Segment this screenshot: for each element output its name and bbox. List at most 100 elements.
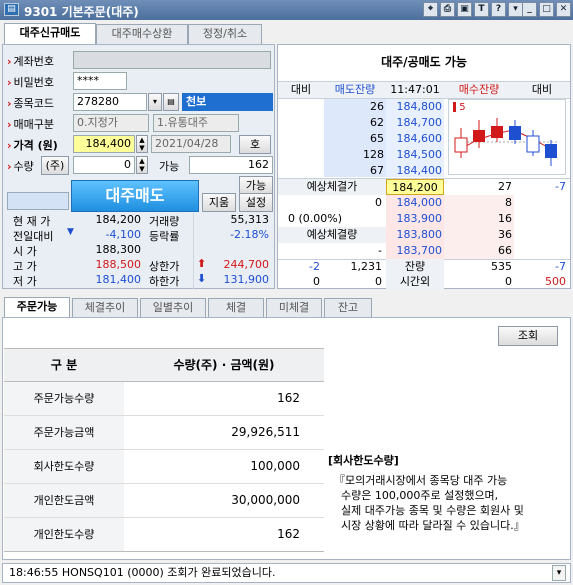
ask-qty: 128 xyxy=(363,148,384,161)
bid-qty: 66 xyxy=(498,244,512,257)
ask-price[interactable]: 184,500 xyxy=(386,147,443,163)
search-icon[interactable]: ▾ xyxy=(148,93,162,111)
lookup-icon[interactable]: ▤ xyxy=(163,93,179,111)
ask-price[interactable]: 184,400 xyxy=(386,163,443,179)
expected-diff: -7 xyxy=(555,180,566,193)
tab-modify-cancel[interactable]: 정정/취소 xyxy=(188,24,262,44)
volume-label: 거래량 xyxy=(149,215,180,228)
help-icon[interactable]: ? xyxy=(491,2,506,17)
candle-svg xyxy=(454,118,559,166)
condition-select[interactable]: 1.유통대주 xyxy=(153,114,239,132)
ask-qty: 67 xyxy=(370,164,384,177)
bid-total: 535 xyxy=(491,260,512,273)
date-field[interactable]: 2021/04/28 xyxy=(151,135,231,153)
order-book: 대주/공매도 가능 대비 매도잔량 11:47:01 매수잔량 대비 26 18… xyxy=(277,44,571,290)
note-title: [회사한도수량] xyxy=(328,454,399,467)
upper-limit-label: 상한가 xyxy=(149,260,180,273)
bid-total-diff: -7 xyxy=(555,260,566,273)
afterhours-a: 0 xyxy=(313,275,320,288)
status-dropdown-icon[interactable]: ▾ xyxy=(552,565,566,581)
qty-input[interactable]: 0 xyxy=(73,156,135,174)
print-icon[interactable]: ⎙ xyxy=(440,2,455,17)
orderbook-column-header: 대비 매도잔량 11:47:01 매수잔량 대비 xyxy=(278,81,570,99)
bid-qty: 8 xyxy=(505,196,512,209)
table-row: 주문가능수량 162 xyxy=(4,382,324,416)
row-label: 회사한도수량 xyxy=(4,450,124,483)
bid-price[interactable]: 183,800 xyxy=(386,227,443,243)
close-icon[interactable]: ✕ xyxy=(556,2,571,17)
tab-short-sell[interactable]: 대주신규매도 xyxy=(4,23,96,45)
minimize-icon[interactable]: _ xyxy=(522,2,537,17)
pin-icon[interactable]: ⌖ xyxy=(423,2,438,17)
change-label: 전일대비 xyxy=(13,230,54,243)
expected-bid-qty: 27 xyxy=(498,180,512,193)
tab-trade-trend[interactable]: 체결추이 xyxy=(72,298,138,317)
note-line: 시장 상황에 따라 달라질 수 있습니다.』 xyxy=(341,519,525,532)
qty-stepper[interactable]: ▲ ▼ xyxy=(136,156,148,174)
row-value: 100,000 xyxy=(250,459,300,473)
bid-qty: 16 xyxy=(498,212,512,225)
upper-limit-value: 244,700 xyxy=(223,258,270,271)
ask-total: 1,231 xyxy=(350,260,383,273)
orderbook-header: 대주/공매도 가능 xyxy=(381,55,467,69)
row-value: 162 xyxy=(277,391,300,405)
bid-price[interactable]: 183,900 xyxy=(386,211,443,227)
maximize-icon[interactable]: □ xyxy=(539,2,554,17)
qty-unit-button[interactable]: (주) xyxy=(41,156,69,175)
qty-label: › 수량 xyxy=(7,160,34,173)
note-line: 수량은 100,000주로 설정했으며, xyxy=(341,489,499,502)
row-value: 162 xyxy=(277,527,300,541)
table-header: 구 분 수량(주) · 금액(원) xyxy=(4,348,324,382)
dropdown-icon[interactable]: ▾ xyxy=(508,2,523,17)
header-qty-amount: 수량(주) · 금액(원) xyxy=(173,358,275,372)
row-label: 주문가능수량 xyxy=(4,382,124,415)
tab-daily-trend[interactable]: 일별추이 xyxy=(140,298,206,317)
password-field[interactable]: **** xyxy=(73,72,127,90)
tab-orderable[interactable]: 주문가능 xyxy=(4,297,70,318)
account-field[interactable] xyxy=(73,51,271,69)
title-bar: ▤ 9301 기본주문(대주) ⌖ ⎙ ▣ T ? ▾ _ □ ✕ xyxy=(0,0,573,20)
open-value: 188,300 xyxy=(95,243,142,256)
screen-icon[interactable]: ▣ xyxy=(457,2,472,17)
row-label: 주문가능금액 xyxy=(4,416,124,449)
table-row: 회사한도수량 100,000 xyxy=(4,450,324,484)
code-label: › 종목코드 xyxy=(7,97,55,110)
window-title: 9301 기본주문(대주) xyxy=(24,5,139,19)
price-hoga-button[interactable]: 호 xyxy=(239,135,271,154)
trade-type-select[interactable]: 0.지정가 xyxy=(73,114,149,132)
afterhours-c: 0 xyxy=(505,275,512,288)
price-stepper[interactable]: ▲ ▼ xyxy=(136,135,148,153)
ask-price[interactable]: 184,600 xyxy=(386,131,443,147)
bid-qty: 36 xyxy=(498,228,512,241)
current-price: 184,200 xyxy=(95,213,142,226)
stock-code-input[interactable]: 278280 xyxy=(73,93,147,111)
expected-diff-left: 0 xyxy=(375,196,382,209)
price-input[interactable]: 184,400 xyxy=(73,135,135,153)
afterhours-b: 0 xyxy=(375,275,382,288)
tab-executed[interactable]: 체결 xyxy=(208,298,264,317)
quote-summary: 현 재 가 184,200 거래량 55,313 전일대비 ▼ -4,100 등… xyxy=(3,213,276,289)
bid-price[interactable]: 183,700 xyxy=(386,243,443,259)
col-diff-right: 대비 xyxy=(531,83,553,96)
tab-short-cover[interactable]: 대주매수상환 xyxy=(96,24,188,44)
lookup-button[interactable]: 조회 xyxy=(498,326,558,346)
trade-type-label: › 매매구분 xyxy=(7,118,55,131)
ask-price[interactable]: 184,800 xyxy=(386,99,443,115)
header-category: 구 분 xyxy=(50,358,78,372)
bid-price[interactable]: 184,000 xyxy=(386,195,443,211)
stock-name: 천보 xyxy=(182,93,273,111)
lower-limit-value: 131,900 xyxy=(223,273,270,286)
lower-limit-label: 하한가 xyxy=(149,275,180,288)
settings-button[interactable]: 설정 xyxy=(239,193,273,212)
remain-label: 잔량 xyxy=(386,259,444,275)
high-label: 고 가 xyxy=(13,260,37,273)
text-icon[interactable]: T xyxy=(474,2,489,17)
account-label: › 계좌번호 xyxy=(7,55,55,68)
col-ask-qty: 매도잔량 xyxy=(334,83,376,96)
clear-button[interactable]: 지움 xyxy=(202,193,236,212)
tab-balance[interactable]: 잔고 xyxy=(324,298,372,317)
table-row: 개인한도수량 162 xyxy=(4,518,324,552)
tab-unexecuted[interactable]: 미체결 xyxy=(266,298,322,317)
ask-price[interactable]: 184,700 xyxy=(386,115,443,131)
short-sell-button[interactable]: 대주매도 xyxy=(71,180,199,212)
